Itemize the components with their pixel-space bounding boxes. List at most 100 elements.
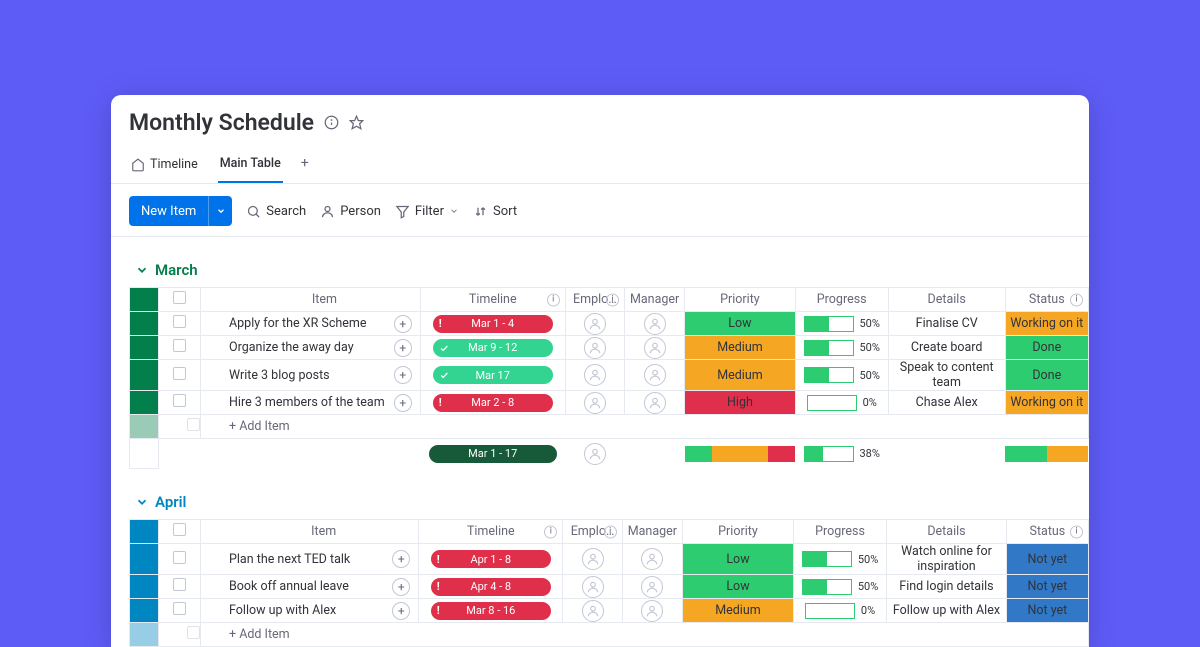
col-details[interactable]: Details <box>887 520 1007 544</box>
person-avatar[interactable] <box>582 576 604 598</box>
add-item-row[interactable]: + Add Item <box>130 623 1089 647</box>
add-update-icon[interactable]: + <box>392 550 410 568</box>
details-cell[interactable]: Find login details <box>887 575 1007 599</box>
person-avatar[interactable] <box>644 392 666 414</box>
person-avatar[interactable] <box>584 313 606 335</box>
group-header[interactable]: April <box>111 469 1089 519</box>
row-checkbox[interactable] <box>159 336 201 360</box>
manager-cell[interactable] <box>622 575 682 599</box>
progress-cell[interactable]: 50% <box>793 575 886 599</box>
person-avatar[interactable] <box>584 337 606 359</box>
person-avatar[interactable] <box>641 600 663 622</box>
column-info-icon[interactable]: i <box>606 293 619 306</box>
person-avatar[interactable] <box>584 364 606 386</box>
add-view-button[interactable]: + <box>301 155 309 179</box>
col-manager[interactable]: Manager <box>625 288 685 312</box>
progress-cell[interactable]: 50% <box>795 312 888 336</box>
add-update-icon[interactable]: + <box>394 366 412 384</box>
status-cell[interactable]: Not yet <box>1006 599 1088 623</box>
add-update-icon[interactable]: + <box>394 394 412 412</box>
manager-cell[interactable] <box>622 544 682 575</box>
col-details[interactable]: Details <box>888 288 1005 312</box>
priority-cell[interactable]: Low <box>683 575 794 599</box>
details-cell[interactable]: Speak to content team <box>888 360 1005 391</box>
item-name-cell[interactable]: Organize the away day + <box>201 336 421 360</box>
details-cell[interactable]: Finalise CV <box>888 312 1005 336</box>
table-row[interactable]: Hire 3 members of the team + !Mar 2 - 8 … <box>130 391 1089 415</box>
progress-cell[interactable]: 0% <box>795 391 888 415</box>
col-timeline[interactable]: Timelinei <box>420 288 565 312</box>
select-all-checkbox[interactable] <box>159 520 201 544</box>
status-cell[interactable]: Done <box>1005 360 1088 391</box>
row-checkbox[interactable] <box>159 544 201 575</box>
col-status[interactable]: Statusi <box>1006 520 1088 544</box>
manager-cell[interactable] <box>625 336 685 360</box>
col-manager[interactable]: Manager <box>622 520 682 544</box>
sort-button[interactable]: Sort <box>473 204 517 219</box>
col-priority[interactable]: Priority <box>683 520 794 544</box>
column-info-icon[interactable]: i <box>1070 525 1083 538</box>
table-row[interactable]: Apply for the XR Scheme + !Mar 1 - 4 Low… <box>130 312 1089 336</box>
priority-cell[interactable]: Low <box>685 312 795 336</box>
column-info-icon[interactable]: i <box>604 525 617 538</box>
progress-cell[interactable]: 50% <box>795 336 888 360</box>
item-name-cell[interactable]: Book off annual leave + <box>201 575 419 599</box>
manager-cell[interactable] <box>625 391 685 415</box>
details-cell[interactable]: Follow up with Alex <box>887 599 1007 623</box>
priority-cell[interactable]: Medium <box>683 599 794 623</box>
new-item-button[interactable]: New Item <box>129 196 232 226</box>
timeline-cell[interactable]: !Mar 2 - 8 <box>420 391 565 415</box>
timeline-cell[interactable]: !Apr 4 - 8 <box>419 575 563 599</box>
column-info-icon[interactable]: i <box>547 293 560 306</box>
column-info-icon[interactable]: i <box>544 525 557 538</box>
group-header[interactable]: March <box>111 237 1089 287</box>
timeline-cell[interactable]: Mar 9 - 12 <box>420 336 565 360</box>
table-row[interactable]: Write 3 blog posts + Mar 17 Medium 50% S… <box>130 360 1089 391</box>
item-name-cell[interactable]: Hire 3 members of the team + <box>201 391 421 415</box>
column-info-icon[interactable]: i <box>1070 293 1083 306</box>
col-employee[interactable]: Emplo…i <box>565 288 624 312</box>
person-avatar[interactable] <box>582 548 604 570</box>
employee-cell[interactable] <box>563 544 622 575</box>
row-checkbox[interactable] <box>159 391 201 415</box>
details-cell[interactable]: Chase Alex <box>888 391 1005 415</box>
employee-cell[interactable] <box>563 575 622 599</box>
person-avatar[interactable] <box>644 364 666 386</box>
col-priority[interactable]: Priority <box>685 288 795 312</box>
employee-cell[interactable] <box>565 360 624 391</box>
person-avatar[interactable] <box>641 548 663 570</box>
timeline-cell[interactable]: Mar 17 <box>420 360 565 391</box>
manager-cell[interactable] <box>625 360 685 391</box>
col-timeline[interactable]: Timelinei <box>419 520 563 544</box>
add-update-icon[interactable]: + <box>392 602 410 620</box>
new-item-label[interactable]: New Item <box>129 196 208 226</box>
person-button[interactable]: Person <box>320 204 381 219</box>
item-name-cell[interactable]: Write 3 blog posts + <box>201 360 421 391</box>
progress-cell[interactable]: 50% <box>795 360 888 391</box>
priority-cell[interactable]: Medium <box>685 360 795 391</box>
manager-cell[interactable] <box>625 312 685 336</box>
star-icon[interactable] <box>349 115 364 130</box>
timeline-cell[interactable]: !Apr 1 - 8 <box>419 544 563 575</box>
select-all-checkbox[interactable] <box>159 288 201 312</box>
person-avatar[interactable] <box>641 576 663 598</box>
status-cell[interactable]: Not yet <box>1006 544 1088 575</box>
priority-cell[interactable]: High <box>685 391 795 415</box>
status-cell[interactable]: Working on it <box>1005 312 1088 336</box>
add-update-icon[interactable]: + <box>392 578 410 596</box>
person-avatar[interactable] <box>644 337 666 359</box>
tab-timeline[interactable]: Timeline <box>129 151 200 182</box>
col-progress[interactable]: Progress <box>793 520 886 544</box>
person-avatar[interactable] <box>584 443 606 465</box>
timeline-cell[interactable]: !Mar 1 - 4 <box>420 312 565 336</box>
table-row[interactable]: Follow up with Alex + !Mar 8 - 16 Medium… <box>130 599 1089 623</box>
item-name-cell[interactable]: Apply for the XR Scheme + <box>201 312 421 336</box>
table-row[interactable]: Book off annual leave + !Apr 4 - 8 Low 5… <box>130 575 1089 599</box>
person-avatar[interactable] <box>584 392 606 414</box>
info-icon[interactable] <box>324 115 339 130</box>
col-item[interactable]: Item <box>201 520 419 544</box>
item-name-cell[interactable]: Plan the next TED talk + <box>201 544 419 575</box>
col-status[interactable]: Statusi <box>1005 288 1088 312</box>
add-update-icon[interactable]: + <box>394 315 412 333</box>
item-name-cell[interactable]: Follow up with Alex + <box>201 599 419 623</box>
